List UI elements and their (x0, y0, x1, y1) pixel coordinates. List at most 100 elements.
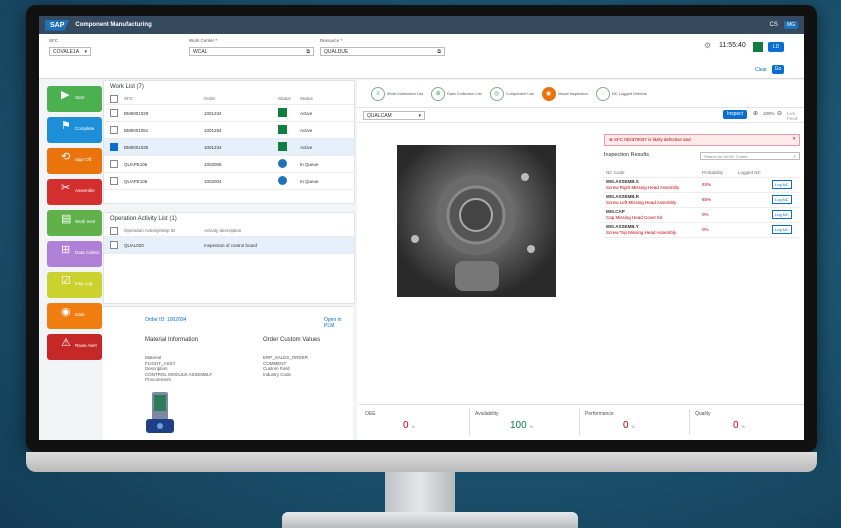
action-button-4[interactable]: ▤ Work Instr (47, 210, 102, 236)
kpi-strip: OEE 0 % Availability 100 % Performance 0 % Qua… (359, 404, 804, 440)
inspection-results-panel: ⊗ SFC 002370037 is likely defective and … (604, 134, 800, 264)
work-center-input[interactable]: WCAL ⧉ (189, 47, 314, 56)
order-id-title[interactable]: Order ID: 1002094 (145, 317, 186, 323)
table-row[interactable]: BM0001029 1001234 Active (104, 105, 354, 122)
nc-table-rows: MIS.ASSEMB.S Screw Right Missing Head Ass… (604, 178, 800, 238)
action-button-7[interactable]: ◉ Data (47, 303, 102, 329)
action-button-3[interactable]: ✂ Assemble (47, 179, 102, 205)
nc-description: Screw Top Missing Head Assembly (606, 230, 676, 235)
action-icon: ⟲ (61, 151, 71, 163)
row-checkbox[interactable] (110, 109, 118, 117)
user-initials[interactable]: CS (770, 22, 778, 28)
col-sfc: SFC (124, 96, 133, 101)
action-button-2[interactable]: ⟲ Sign Off (47, 148, 102, 174)
nc-row: MIS.CAP Cap Missing Head Cover Kit 0% Log N… (604, 208, 800, 223)
select-all-checkbox[interactable] (110, 94, 118, 103)
log-nc-button[interactable]: Log NC (772, 180, 792, 189)
kpi-divider (469, 409, 470, 435)
action-icon: ⚠ (61, 337, 71, 349)
status-indicator (753, 42, 763, 52)
nc-code: MIS.ASSEMB.R (606, 194, 640, 199)
table-row[interactable]: BM0001030 1001234 Active (104, 139, 354, 156)
camera-select-value: QUALCAM (367, 112, 392, 119)
custom-values-header: Order Custom Values (263, 337, 321, 343)
material-image (146, 392, 174, 433)
tab-activity-4[interactable]: ◌ NC Logged Defects (595, 86, 647, 101)
action-label: Complete (75, 126, 95, 131)
log-nc-button[interactable]: Log NC (772, 210, 792, 219)
avatar[interactable]: MG (783, 21, 798, 29)
tab-activity-1[interactable]: ⊕ Data Collection List (431, 86, 482, 101)
kpi-value: 0 % (623, 420, 635, 431)
activity-label: NC Logged Defects (611, 91, 647, 96)
monitor-bezel: SAP Component Manufacturing CS MG SFC CO… (26, 5, 817, 452)
action-button-5[interactable]: ⊞ Data Collect (47, 241, 102, 267)
status-icon (278, 125, 287, 134)
nc-search-input[interactable]: Search for All NC Codes ⌕ (700, 152, 800, 160)
tab-activity-2[interactable]: ◎ Component List (489, 86, 534, 101)
action-button-0[interactable]: ▶ Start (47, 86, 102, 112)
action-button-1[interactable]: ⚑ Complete (47, 117, 102, 143)
zoom-out-icon[interactable]: ⊖ (777, 110, 782, 117)
filter-bar: SFC COVALE1A ▾ Work Center * WCAL ⧉ Resour… (39, 34, 804, 79)
inspect-button[interactable]: Inspect (723, 110, 747, 119)
kpi-divider (689, 409, 690, 435)
kpi-label: OEE (365, 411, 376, 417)
operation-id: QUAL020 (124, 242, 144, 248)
kpi-tile: OEE 0 % (365, 411, 465, 439)
action-icon: ▶ (61, 89, 70, 101)
row-sfc: QUAPE106 (124, 161, 148, 167)
sfc-label: SFC (49, 38, 58, 43)
operation-row[interactable]: QUAL020 Inspection of control board (104, 237, 354, 254)
tab-activity-3[interactable]: ◉ Visual Inspection (541, 86, 588, 101)
close-icon[interactable]: ✕ (792, 136, 796, 142)
nc-search-placeholder: Search for All NC Codes (704, 154, 748, 159)
settings-gear-icon[interactable]: ⚙ (704, 41, 711, 50)
action-icon: ☑ (61, 275, 71, 287)
go-button[interactable]: Go (772, 65, 784, 74)
kpi-value: 0 % (733, 420, 745, 431)
resource-input[interactable]: QUALDUE ⧉ (320, 47, 445, 56)
kpi-value: 100 % (510, 420, 534, 431)
open-in-plm-link[interactable]: Open in PLM (324, 317, 353, 329)
user-button[interactable]: LD (768, 42, 784, 52)
status-icon (278, 176, 287, 185)
zoom-level: 100% (763, 111, 775, 116)
search-icon: ⌕ (793, 154, 796, 160)
action-icon: ▤ (61, 213, 72, 225)
col-operation-id: Operation Activity/Step ID (124, 228, 176, 233)
clock: 11:55:40 (719, 42, 746, 49)
nc-row: MIS.ASSEMB.S Screw Right Missing Head Ass… (604, 178, 800, 193)
row-checkbox[interactable] (110, 177, 118, 185)
camera-select[interactable]: QUALCAM ▾ (363, 110, 425, 120)
action-label: Sign Off (75, 157, 92, 162)
kpi-value: 0 % (403, 420, 415, 431)
defect-warning-banner: ⊗ SFC 002370037 is likely defective and … (604, 134, 800, 146)
row-checkbox[interactable] (110, 126, 118, 134)
row-checkbox[interactable] (110, 160, 118, 168)
table-row[interactable]: QUAPE106 1002004 In Queue (104, 173, 354, 190)
row-checkbox[interactable] (110, 143, 118, 151)
status-icon (278, 159, 287, 168)
row-order: 1002005 (204, 161, 222, 167)
table-row[interactable]: BM0001051 1001254 Active (104, 122, 354, 139)
zoom-in-icon[interactable]: ⊕ (753, 110, 758, 117)
action-button-6[interactable]: ☑ Insp Log (47, 272, 102, 298)
table-row[interactable]: QUAPE106 1002005 In Queue (104, 156, 354, 173)
mode-select[interactable]: Live Feed (787, 111, 804, 121)
log-nc-button[interactable]: Log NC (772, 195, 792, 204)
sap-logo[interactable]: SAP (45, 19, 70, 31)
select-all-checkbox[interactable] (110, 226, 118, 235)
nc-code: MIS.ASSEMB.Y (606, 224, 639, 229)
clear-button[interactable]: Clear (755, 67, 767, 73)
activity-label: Component List (505, 91, 534, 96)
activity-label: Visual Inspection (557, 91, 588, 96)
row-checkbox[interactable] (110, 241, 118, 249)
warning-icon: ⊗ (609, 137, 613, 142)
sfc-input[interactable]: COVALE1A ▾ (49, 47, 91, 56)
work-list-rows: BM0001029 1001234 Active BM0001051 1001254 Ac… (104, 105, 354, 190)
tab-activity-0[interactable]: ≡ Work Instruction List (371, 86, 423, 101)
action-button-8[interactable]: ⚠ Raise Alert (47, 334, 102, 360)
log-nc-button[interactable]: Log NC (772, 225, 792, 234)
row-status: Active (300, 127, 313, 133)
